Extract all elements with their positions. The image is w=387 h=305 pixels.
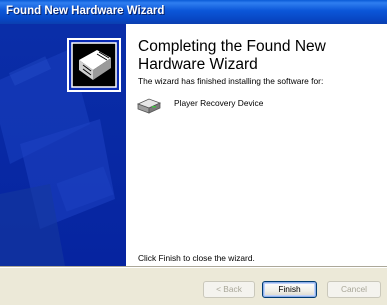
wizard-hardware-icon [67,38,121,92]
hard-drive-icon [136,98,162,114]
window-title: Found New Hardware Wizard [6,5,165,17]
side-banner [0,24,126,266]
title-bar[interactable]: Found New Hardware Wizard [0,0,387,24]
finish-button[interactable]: Finish [262,281,317,298]
device-name: Player Recovery Device [174,98,264,108]
wizard-content: Completing the Found New Hardware Wizard… [0,24,387,266]
device-item: Player Recovery Device [136,96,376,116]
cancel-button[interactable]: Cancel [327,281,381,298]
wizard-window: Found New Hardware Wizard Completing the… [0,0,387,305]
back-button[interactable]: < Back [203,281,255,298]
intro-text: The wizard has finished installing the s… [138,76,324,86]
finish-hint-text: Click Finish to close the wizard. [138,253,255,263]
page-heading: Completing the Found New Hardware Wizard [138,38,326,73]
button-separator [0,266,387,268]
